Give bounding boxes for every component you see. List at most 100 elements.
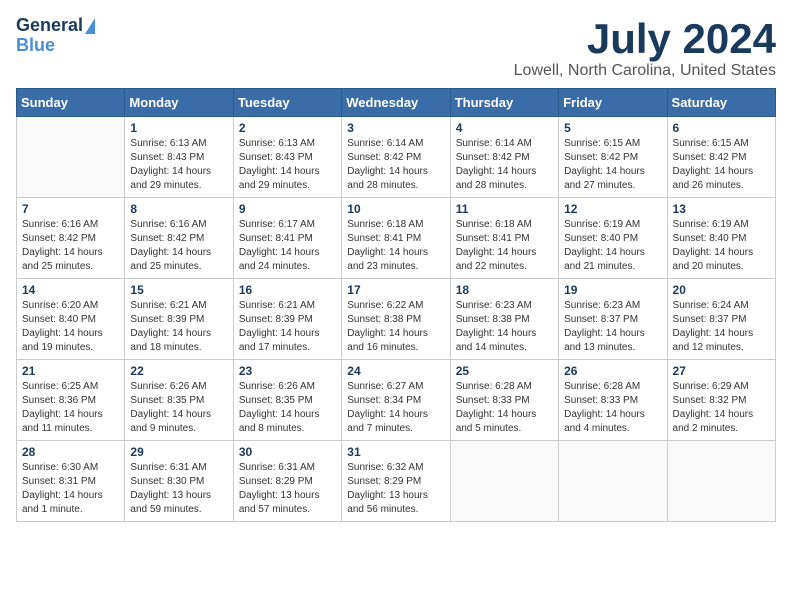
calendar-cell bbox=[667, 441, 775, 522]
day-number: 2 bbox=[239, 121, 336, 135]
day-info: Sunrise: 6:25 AM Sunset: 8:36 PM Dayligh… bbox=[22, 380, 119, 436]
weekday-header-saturday: Saturday bbox=[667, 89, 775, 117]
calendar-cell: 29Sunrise: 6:31 AM Sunset: 8:30 PM Dayli… bbox=[125, 441, 233, 522]
week-row-3: 14Sunrise: 6:20 AM Sunset: 8:40 PM Dayli… bbox=[17, 279, 776, 360]
day-info: Sunrise: 6:21 AM Sunset: 8:39 PM Dayligh… bbox=[239, 299, 336, 355]
week-row-2: 7 Sunrise: 6:16 AM Sunset: 8:42 PM Daylig… bbox=[17, 198, 776, 279]
week-row-5: 28 Sunrise: 6:30 AM Sunset: 8:31 PM Dayli… bbox=[17, 441, 776, 522]
day-info: Sunrise: 6:28 AM Sunset: 8:33 PM Dayligh… bbox=[564, 380, 661, 436]
day-info: Sunrise: 6:16 AM Sunset: 8:42 PM Dayligh… bbox=[22, 218, 119, 274]
title-block: July 2024 Lowell, North Carolina, United… bbox=[514, 16, 776, 80]
day-number: 3 bbox=[347, 121, 444, 135]
calendar-cell: 18 Sunrise: 6:23 AM Sunset: 8:38 PM Dayli… bbox=[450, 279, 558, 360]
day-info: Sunrise: 6:23 AM Sunset: 8:37 PM Dayligh… bbox=[564, 299, 661, 355]
calendar-cell: 7 Sunrise: 6:16 AM Sunset: 8:42 PM Daylig… bbox=[17, 198, 125, 279]
day-number: 6 bbox=[673, 121, 770, 135]
day-number: 20 bbox=[673, 283, 770, 297]
logo-text-blue: Blue bbox=[16, 36, 55, 56]
day-info: Sunrise: 6:14 AM Sunset: 8:42 PM Dayligh… bbox=[456, 137, 553, 193]
day-number: 18 bbox=[456, 283, 553, 297]
calendar-cell: 14Sunrise: 6:20 AM Sunset: 8:40 PM Dayli… bbox=[17, 279, 125, 360]
weekday-header-wednesday: Wednesday bbox=[342, 89, 450, 117]
calendar-cell: 27 Sunrise: 6:29 AM Sunset: 8:32 PM Dayli… bbox=[667, 360, 775, 441]
day-info: Sunrise: 6:27 AM Sunset: 8:34 PM Dayligh… bbox=[347, 380, 444, 436]
calendar-cell: 25 Sunrise: 6:28 AM Sunset: 8:33 PM Dayli… bbox=[450, 360, 558, 441]
day-number: 21 bbox=[22, 364, 119, 378]
calendar-cell bbox=[450, 441, 558, 522]
calendar-cell: 21 Sunrise: 6:25 AM Sunset: 8:36 PM Dayli… bbox=[17, 360, 125, 441]
day-info: Sunrise: 6:17 AM Sunset: 8:41 PM Dayligh… bbox=[239, 218, 336, 274]
page-header: General Blue July 2024 Lowell, North Car… bbox=[16, 16, 776, 80]
weekday-header-friday: Friday bbox=[559, 89, 667, 117]
calendar-cell: 30 Sunrise: 6:31 AM Sunset: 8:29 PM Dayli… bbox=[233, 441, 341, 522]
day-number: 17 bbox=[347, 283, 444, 297]
day-number: 23 bbox=[239, 364, 336, 378]
day-info: Sunrise: 6:21 AM Sunset: 8:39 PM Dayligh… bbox=[130, 299, 227, 355]
day-info: Sunrise: 6:32 AM Sunset: 8:29 PM Dayligh… bbox=[347, 461, 444, 517]
day-number: 29 bbox=[130, 445, 227, 459]
logo-text-general: General bbox=[16, 16, 83, 36]
day-number: 19 bbox=[564, 283, 661, 297]
day-info: Sunrise: 6:26 AM Sunset: 8:35 PM Dayligh… bbox=[239, 380, 336, 436]
weekday-header-row: SundayMondayTuesdayWednesdayThursdayFrid… bbox=[17, 89, 776, 117]
day-number: 5 bbox=[564, 121, 661, 135]
day-number: 8 bbox=[130, 202, 227, 216]
day-info: Sunrise: 6:14 AM Sunset: 8:42 PM Dayligh… bbox=[347, 137, 444, 193]
day-info: Sunrise: 6:13 AM Sunset: 8:43 PM Dayligh… bbox=[239, 137, 336, 193]
calendar-cell: 12 Sunrise: 6:19 AM Sunset: 8:40 PM Dayli… bbox=[559, 198, 667, 279]
day-info: Sunrise: 6:22 AM Sunset: 8:38 PM Dayligh… bbox=[347, 299, 444, 355]
day-info: Sunrise: 6:19 AM Sunset: 8:40 PM Dayligh… bbox=[673, 218, 770, 274]
week-row-4: 21 Sunrise: 6:25 AM Sunset: 8:36 PM Dayli… bbox=[17, 360, 776, 441]
weekday-header-thursday: Thursday bbox=[450, 89, 558, 117]
day-number: 26 bbox=[564, 364, 661, 378]
day-info: Sunrise: 6:31 AM Sunset: 8:29 PM Dayligh… bbox=[239, 461, 336, 517]
calendar-cell: 20 Sunrise: 6:24 AM Sunset: 8:37 PM Dayli… bbox=[667, 279, 775, 360]
logo-triangle-icon bbox=[85, 18, 95, 34]
day-info: Sunrise: 6:15 AM Sunset: 8:42 PM Dayligh… bbox=[564, 137, 661, 193]
logo: General Blue bbox=[16, 16, 95, 56]
calendar-cell: 19 Sunrise: 6:23 AM Sunset: 8:37 PM Dayli… bbox=[559, 279, 667, 360]
day-info: Sunrise: 6:29 AM Sunset: 8:32 PM Dayligh… bbox=[673, 380, 770, 436]
day-info: Sunrise: 6:26 AM Sunset: 8:35 PM Dayligh… bbox=[130, 380, 227, 436]
day-number: 10 bbox=[347, 202, 444, 216]
weekday-header-monday: Monday bbox=[125, 89, 233, 117]
calendar-cell: 28 Sunrise: 6:30 AM Sunset: 8:31 PM Dayli… bbox=[17, 441, 125, 522]
calendar-cell bbox=[17, 117, 125, 198]
day-info: Sunrise: 6:18 AM Sunset: 8:41 PM Dayligh… bbox=[456, 218, 553, 274]
day-info: Sunrise: 6:23 AM Sunset: 8:38 PM Dayligh… bbox=[456, 299, 553, 355]
day-info: Sunrise: 6:24 AM Sunset: 8:37 PM Dayligh… bbox=[673, 299, 770, 355]
calendar-cell: 17 Sunrise: 6:22 AM Sunset: 8:38 PM Dayli… bbox=[342, 279, 450, 360]
day-info: Sunrise: 6:18 AM Sunset: 8:41 PM Dayligh… bbox=[347, 218, 444, 274]
day-number: 1 bbox=[130, 121, 227, 135]
day-number: 9 bbox=[239, 202, 336, 216]
day-info: Sunrise: 6:30 AM Sunset: 8:31 PM Dayligh… bbox=[22, 461, 119, 517]
day-info: Sunrise: 6:16 AM Sunset: 8:42 PM Dayligh… bbox=[130, 218, 227, 274]
week-row-1: 1 Sunrise: 6:13 AM Sunset: 8:43 PM Daylig… bbox=[17, 117, 776, 198]
calendar-cell: 10 Sunrise: 6:18 AM Sunset: 8:41 PM Dayli… bbox=[342, 198, 450, 279]
calendar-cell: 16 Sunrise: 6:21 AM Sunset: 8:39 PM Dayli… bbox=[233, 279, 341, 360]
day-number: 31 bbox=[347, 445, 444, 459]
calendar-table: SundayMondayTuesdayWednesdayThursdayFrid… bbox=[16, 88, 776, 522]
calendar-cell: 31 Sunrise: 6:32 AM Sunset: 8:29 PM Dayli… bbox=[342, 441, 450, 522]
day-number: 22 bbox=[130, 364, 227, 378]
weekday-header-tuesday: Tuesday bbox=[233, 89, 341, 117]
day-info: Sunrise: 6:19 AM Sunset: 8:40 PM Dayligh… bbox=[564, 218, 661, 274]
calendar-cell: 11 Sunrise: 6:18 AM Sunset: 8:41 PM Dayli… bbox=[450, 198, 558, 279]
day-number: 12 bbox=[564, 202, 661, 216]
day-number: 7 bbox=[22, 202, 119, 216]
month-title: July 2024 bbox=[514, 16, 776, 62]
calendar-cell bbox=[559, 441, 667, 522]
day-number: 25 bbox=[456, 364, 553, 378]
calendar-cell: 13Sunrise: 6:19 AM Sunset: 8:40 PM Dayli… bbox=[667, 198, 775, 279]
day-number: 27 bbox=[673, 364, 770, 378]
day-number: 16 bbox=[239, 283, 336, 297]
calendar-cell: 22 Sunrise: 6:26 AM Sunset: 8:35 PM Dayli… bbox=[125, 360, 233, 441]
day-number: 30 bbox=[239, 445, 336, 459]
day-number: 11 bbox=[456, 202, 553, 216]
weekday-header-sunday: Sunday bbox=[17, 89, 125, 117]
calendar-cell: 2 Sunrise: 6:13 AM Sunset: 8:43 PM Daylig… bbox=[233, 117, 341, 198]
day-number: 15 bbox=[130, 283, 227, 297]
day-info: Sunrise: 6:28 AM Sunset: 8:33 PM Dayligh… bbox=[456, 380, 553, 436]
day-number: 28 bbox=[22, 445, 119, 459]
calendar-cell: 8 Sunrise: 6:16 AM Sunset: 8:42 PM Daylig… bbox=[125, 198, 233, 279]
